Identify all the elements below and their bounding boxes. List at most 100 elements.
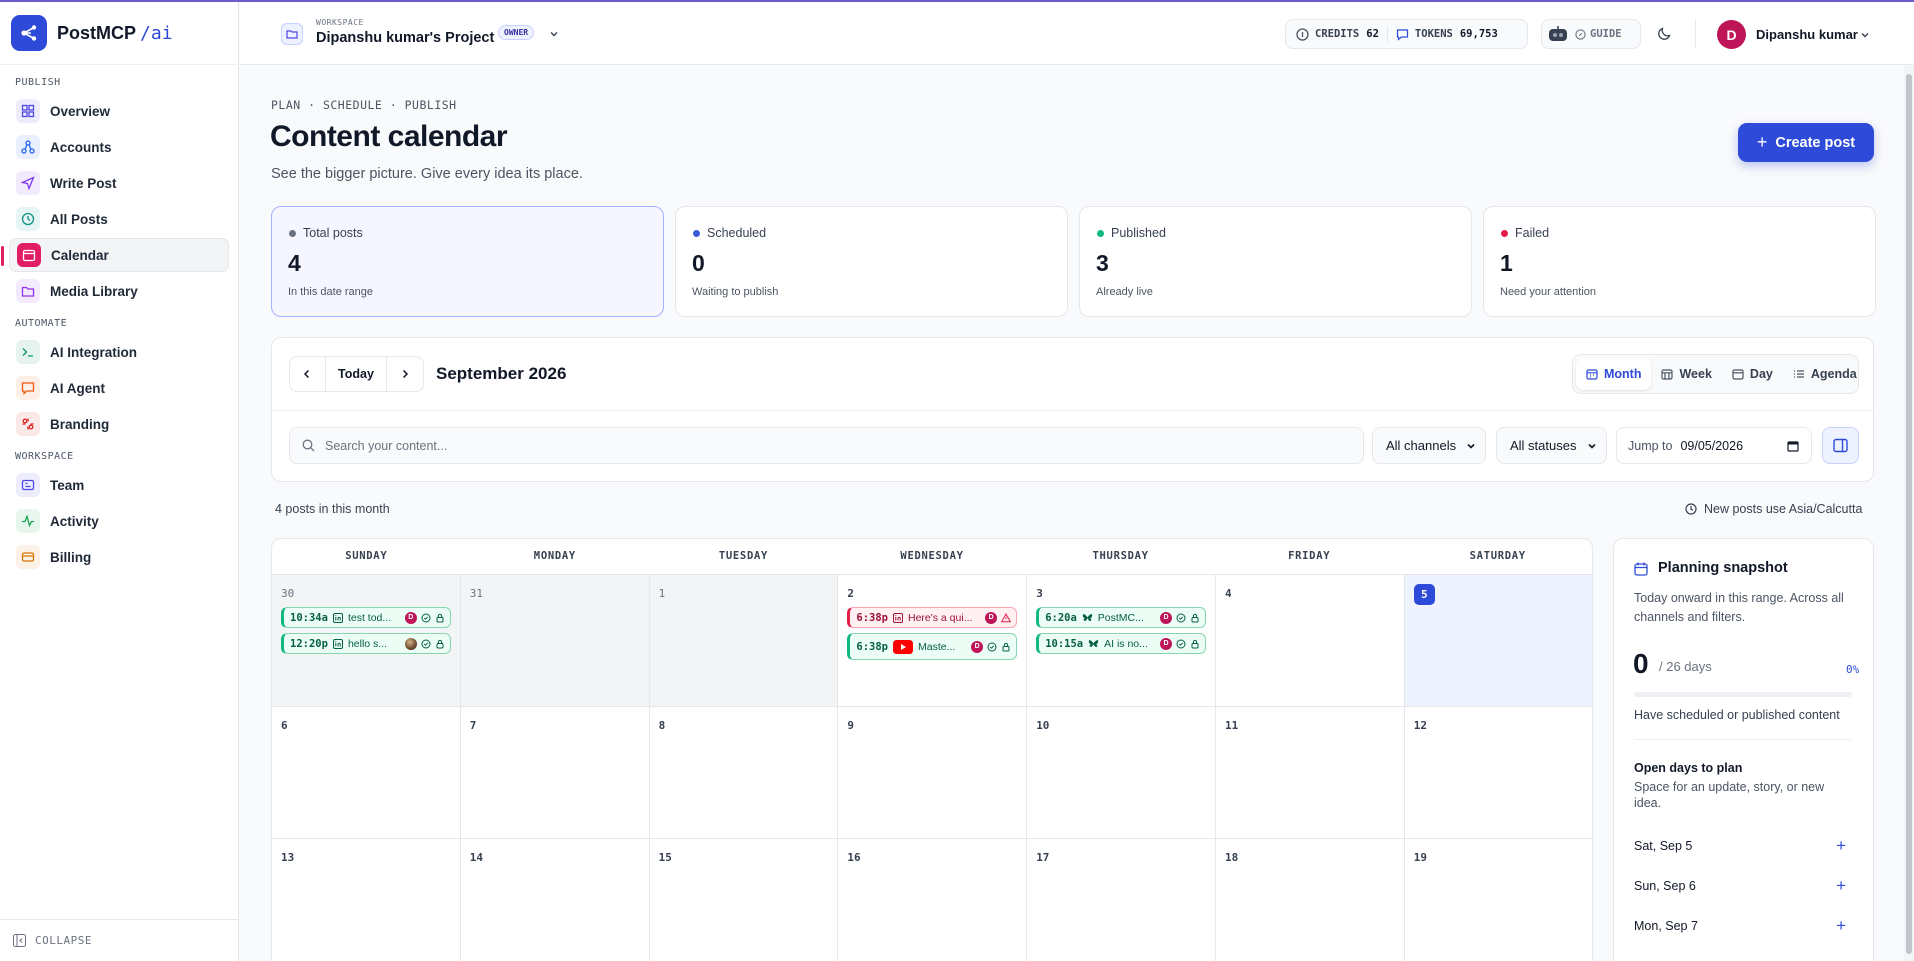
- view-week-button[interactable]: Week: [1651, 358, 1721, 390]
- sidebar-item-activity[interactable]: Activity: [9, 504, 229, 538]
- search-icon: [302, 439, 315, 452]
- toggle-side-panel-button[interactable]: [1822, 427, 1859, 464]
- open-day-row[interactable]: Mon, Sep 7 +: [1634, 916, 1852, 939]
- day-cell[interactable]: 13: [272, 839, 461, 961]
- day-cell[interactable]: 18: [1216, 839, 1405, 961]
- day-cell[interactable]: 2 6:38p Here's a qui... D 6:38p Maste... D: [838, 575, 1028, 707]
- day-view-icon: [1732, 369, 1744, 380]
- day-cell[interactable]: 30 10:34a test tod... D 12:20p hello s...: [272, 575, 461, 707]
- stat-card-total-posts[interactable]: Total posts 4 In this date range: [271, 206, 664, 317]
- user-chevron-icon[interactable]: [1860, 30, 1870, 40]
- stat-card-failed[interactable]: Failed 1 Need your attention: [1483, 206, 1876, 317]
- weekday-label: SATURDAY: [1469, 550, 1526, 562]
- day-cell[interactable]: 19: [1405, 839, 1592, 961]
- brand[interactable]: PostMCP /ai: [0, 2, 238, 65]
- day-cell[interactable]: 31: [460, 575, 650, 707]
- day-cell[interactable]: 10: [1027, 707, 1216, 839]
- calendar-event[interactable]: 10:34a test tod... D: [281, 607, 451, 628]
- day-cell[interactable]: 1: [649, 575, 839, 707]
- toolbar-divider: [272, 410, 1873, 411]
- check-circle-icon: [1176, 639, 1186, 648]
- check-circle-icon: [987, 642, 997, 651]
- event-time: 6:20a: [1045, 611, 1077, 624]
- view-switcher: Month Week Day Agenda: [1572, 354, 1859, 394]
- create-post-button[interactable]: + Create post: [1738, 123, 1874, 162]
- sidebar-item-all-posts[interactable]: All Posts: [9, 202, 229, 236]
- lock-icon: [436, 613, 444, 622]
- calendar-event[interactable]: 6:38p Maste... D: [847, 633, 1018, 660]
- calendar-event[interactable]: 10:15a AI is no... D: [1036, 633, 1206, 654]
- day-cell[interactable]: 12: [1404, 707, 1592, 839]
- day-cell[interactable]: 15: [650, 839, 839, 961]
- view-day-button[interactable]: Day: [1722, 358, 1783, 390]
- breadcrumb: PLAN · SCHEDULE · PUBLISH: [271, 98, 457, 112]
- channel-filter[interactable]: All channels: [1372, 427, 1486, 464]
- workspace-name[interactable]: Dipanshu kumar's Project: [316, 30, 494, 46]
- view-month-button[interactable]: Month: [1576, 358, 1652, 390]
- sidebar-item-branding[interactable]: Branding: [9, 407, 229, 441]
- side-panel-icon: [1833, 438, 1848, 453]
- day-cell[interactable]: 17: [1027, 839, 1216, 961]
- open-day-row[interactable]: Sat, Sep 5 +: [1634, 836, 1852, 859]
- day-cell[interactable]: 11: [1215, 707, 1405, 839]
- collapse-button[interactable]: COLLAPSE: [0, 919, 239, 961]
- usage-pill[interactable]: CREDITS 62 TOKENS 69,753: [1285, 19, 1528, 49]
- calendar-event[interactable]: 6:20a PostMC... D: [1036, 607, 1206, 628]
- sidebar-item-ai-integration[interactable]: AI Integration: [9, 335, 229, 369]
- sidebar-item-label: AI Agent: [50, 380, 105, 396]
- open-day-row[interactable]: Sun, Sep 6 +: [1634, 876, 1852, 899]
- add-post-icon[interactable]: +: [1836, 876, 1846, 896]
- status-filter[interactable]: All statuses: [1496, 427, 1607, 464]
- next-month-button[interactable]: [387, 357, 423, 391]
- prev-month-button[interactable]: [290, 357, 326, 391]
- sidebar-item-calendar[interactable]: Calendar: [1, 238, 229, 272]
- day-cell[interactable]: 6: [272, 707, 461, 839]
- lock-icon: [1191, 613, 1199, 622]
- today-button[interactable]: Today: [326, 357, 388, 391]
- sidebar-item-ai-agent[interactable]: AI Agent: [9, 371, 229, 405]
- day-cell[interactable]: 16: [838, 839, 1028, 961]
- user-name[interactable]: Dipanshu kumar: [1756, 27, 1858, 42]
- page-scrollbar[interactable]: [1904, 66, 1914, 961]
- sidebar-item-label: Branding: [50, 416, 110, 432]
- event-time: 12:20p: [290, 637, 328, 650]
- day-number: 13: [281, 851, 295, 864]
- jump-to-date-input[interactable]: Jump to 09/05/2026: [1616, 427, 1812, 464]
- scrollbar-thumb[interactable]: [1906, 74, 1912, 954]
- day-cell[interactable]: 7: [460, 707, 650, 839]
- sidebar-item-write-post[interactable]: Write Post: [9, 166, 229, 200]
- stat-value: 0: [692, 250, 705, 276]
- month-title: September 2026: [436, 364, 567, 383]
- day-cell[interactable]: 9: [838, 707, 1028, 839]
- sidebar-item-accounts[interactable]: Accounts: [9, 130, 229, 164]
- view-agenda-button[interactable]: Agenda: [1783, 358, 1867, 390]
- date-picker-icon[interactable]: [1787, 440, 1799, 452]
- check-circle-icon: [1176, 613, 1186, 622]
- day-cell[interactable]: 3 6:20a PostMC... D 10:15a AI is no... D: [1027, 575, 1216, 707]
- dark-mode-icon[interactable]: [1657, 26, 1672, 41]
- day-cell[interactable]: 5: [1404, 575, 1592, 707]
- sidebar-item-label: Team: [50, 477, 85, 493]
- sidebar-item-overview[interactable]: Overview: [9, 94, 229, 128]
- search-input[interactable]: Search your content...: [289, 427, 1364, 464]
- weekday-header: SUNDAY MONDAY TUESDAY WEDNESDAY THURSDAY FRID…: [272, 539, 1592, 575]
- folder-icon: [16, 279, 40, 303]
- day-cell[interactable]: 8: [649, 707, 839, 839]
- sidebar-item-billing[interactable]: Billing: [9, 540, 229, 574]
- stat-card-published[interactable]: Published 3 Already live: [1079, 206, 1472, 317]
- add-post-icon[interactable]: +: [1836, 916, 1846, 936]
- user-avatar[interactable]: D: [1717, 20, 1746, 49]
- day-cell[interactable]: 4: [1215, 575, 1405, 707]
- sidebar-item-team[interactable]: Team: [9, 468, 229, 502]
- calendar-event[interactable]: 6:38p Here's a qui... D: [847, 607, 1018, 628]
- search-placeholder: Search your content...: [325, 438, 448, 453]
- stat-card-scheduled[interactable]: Scheduled 0 Waiting to publish: [675, 206, 1068, 317]
- calendar-event[interactable]: 12:20p hello s...: [281, 633, 451, 654]
- add-post-icon[interactable]: +: [1836, 956, 1846, 961]
- workspace-chevron-icon[interactable]: [549, 29, 559, 39]
- add-post-icon[interactable]: +: [1836, 836, 1846, 856]
- sidebar-item-media-library[interactable]: Media Library: [9, 274, 229, 308]
- guide-button[interactable]: GUIDE: [1541, 19, 1641, 49]
- month-view-icon: [1586, 369, 1598, 380]
- day-cell[interactable]: 14: [461, 839, 650, 961]
